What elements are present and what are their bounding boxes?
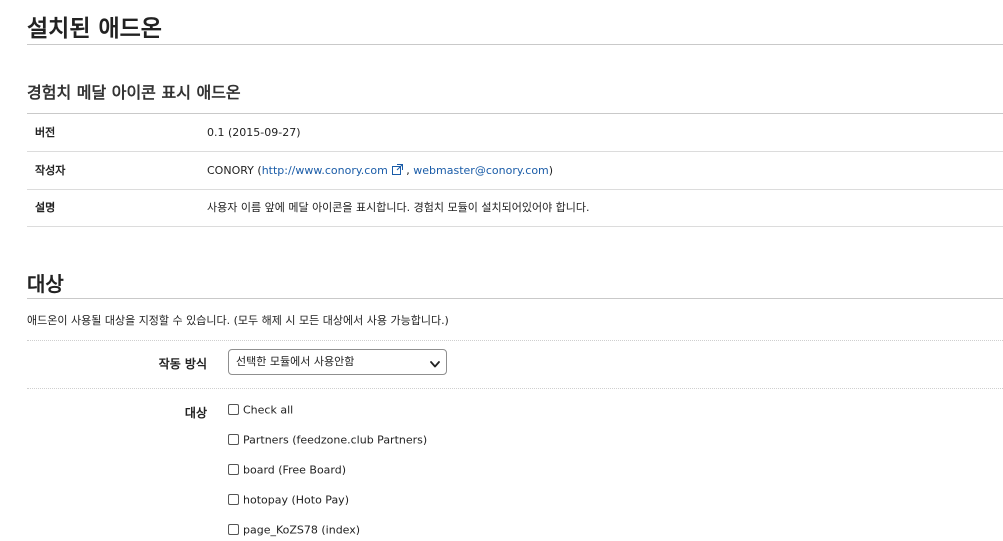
version-label: 버전 [35,126,56,139]
chevron-down-icon [430,358,440,371]
title-divider [27,44,1003,45]
author-value: CONORY (http://www.conory.com , webmaste… [207,152,553,190]
mode-label: 작동 방식 [158,357,207,371]
checkbox-label: Partners (feedzone.club Partners) [243,433,428,447]
author-email-link[interactable]: webmaster@conory.com [413,164,548,177]
checkbox-row[interactable]: Partners (feedzone.club Partners) [228,433,427,451]
description-label: 설명 [35,201,56,214]
author-separator: , [402,164,414,177]
dotted-divider [27,340,1003,341]
page: 설치된 애드온 경험치 메달 아이콘 표시 애드온 버전 0.1 (2015-0… [0,0,1003,537]
checkbox-row[interactable]: hotopay (Hoto Pay) [228,493,349,511]
checkbox-label: board (Free Board) [243,463,347,477]
target-divider [27,298,1003,299]
target-description: 애드온이 사용될 대상을 지정할 수 있습니다. (모두 해제 시 모든 대상에… [27,314,449,327]
checkbox[interactable] [228,433,239,445]
addon-name: 경험치 메달 아이콘 표시 애드온 [27,83,241,102]
external-link-icon[interactable] [391,153,403,190]
checkbox-row[interactable]: Check all [228,403,293,421]
author-name: CONORY [207,164,254,177]
version-value: 0.1 (2015-09-27) [207,126,301,139]
target-label: 대상 [184,406,207,420]
checkbox[interactable] [228,493,239,505]
checkbox-label: hotopay (Hoto Pay) [243,493,349,507]
author-close-paren: ) [548,164,554,177]
author-site-link[interactable]: http://www.conory.com [262,164,388,177]
info-row-version: 버전 0.1 (2015-09-27) [27,114,1003,152]
mode-select-value: 선택한 모듈에서 사용안함 [236,355,355,368]
checkbox-row[interactable]: board (Free Board) [228,463,346,481]
checkbox[interactable] [228,463,239,475]
checkbox[interactable] [228,523,239,535]
page-title: 설치된 애드온 [27,16,162,42]
checkbox-label: Check all [243,403,294,417]
author-label: 작성자 [35,164,66,177]
description-value: 사용자 이름 앞에 메달 아이콘을 표시합니다. 경험치 모듈이 설치되어있어야… [207,201,590,214]
checkbox[interactable] [228,403,239,415]
mode-select[interactable]: 선택한 모듈에서 사용안함 [228,349,447,375]
info-row-description: 설명 사용자 이름 앞에 메달 아이콘을 표시합니다. 경험치 모듈이 설치되어… [27,189,1003,227]
dotted-divider [27,388,1003,389]
target-heading: 대상 [27,272,64,296]
info-row-author: 작성자 CONORY (http://www.conory.com , webm… [27,152,1003,190]
checkbox-row[interactable]: page_KoZS78 (index) [228,523,360,541]
checkbox-label: page_KoZS78 (index) [243,523,361,537]
